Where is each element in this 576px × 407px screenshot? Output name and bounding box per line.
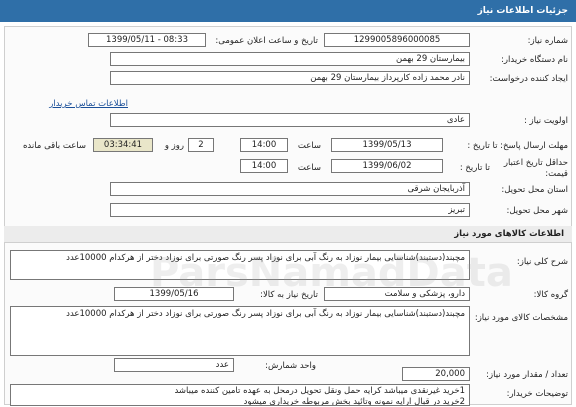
response-deadline-time: 14:00	[240, 138, 288, 152]
goods-section-title: اطلاعات کالاهای مورد نیاز	[4, 226, 572, 243]
city-label: شهر محل تحویل:	[506, 206, 568, 216]
need-date-field: 1399/05/16	[114, 287, 234, 301]
specs-label: مشخصات کالای مورد نیاز:	[474, 313, 568, 323]
requester-label: ایجاد کننده درخواست:	[489, 74, 568, 84]
response-deadline-date: 1399/05/13	[331, 138, 443, 152]
buyer-contact-link[interactable]: اطلاعات تماس خریدار	[49, 99, 128, 109]
province-label: استان محل تحویل:	[501, 185, 568, 195]
page-header: جزئیات اطلاعات نیاز	[0, 0, 576, 22]
response-deadline-time-label: ساعت	[297, 141, 321, 151]
price-validity-label-line2: قیمت:	[545, 169, 568, 179]
price-validity-to-date-label: تا تاریخ :	[459, 163, 490, 173]
requester-field: نادر محمد زاده کارپرداز بیمارستان 29 بهم…	[110, 71, 470, 85]
specs-field: مچبند(دستبند)شناسایی بیمار نوزاد به رنگ …	[10, 306, 470, 356]
goods-group-field: دارو، پزشکی و سلامت	[324, 287, 470, 301]
buyer-org-label: نام دستگاه خریدار:	[501, 55, 568, 65]
unit-field: عدد	[114, 358, 234, 372]
general-desc-label: شرح کلی نیاز:	[516, 257, 568, 267]
priority-label: اولویت نیاز :	[523, 116, 568, 126]
buyer-notes-label: توضیحات خریدار:	[506, 389, 568, 399]
city-field: تبریز	[110, 203, 470, 217]
quantity-field: 20,000	[402, 367, 470, 381]
general-desc-field: مچبند(دستبند)شناسایی بیمار نوزاد به رنگ …	[10, 250, 470, 280]
page-title: جزئیات اطلاعات نیاز	[477, 6, 568, 16]
buyer-notes-field: 1خرید غیرنقدی میباشد کرایه حمل ونقل تحوی…	[10, 384, 470, 406]
priority-field: عادی	[110, 113, 470, 127]
need-date-label: تاریخ نیاز به کالا:	[260, 290, 318, 300]
remaining-time-label: ساعت باقی مانده	[22, 141, 86, 151]
goods-group-label: گروه کالا:	[533, 290, 568, 300]
need-number-label: شماره نیاز:	[527, 36, 568, 46]
quantity-label: تعداد / مقدار مورد نیاز:	[486, 370, 568, 380]
unit-label: واحد شمارش:	[265, 361, 316, 371]
response-deadline-label: مهلت ارسال پاسخ: تا تاریخ :	[467, 141, 568, 151]
price-validity-label-line1: حداقل تاریخ اعتبار	[503, 158, 568, 168]
need-number-field: 1299005896000085	[324, 33, 470, 47]
buyer-note-line: 2خرید در قبال ارایه نمونه وتائید بخش مرب…	[243, 397, 465, 406]
buyer-org-field: بیمارستان 29 بهمن	[110, 52, 470, 66]
remaining-days-field: 2	[188, 138, 214, 152]
province-field: آذربایجان شرقی	[110, 182, 470, 196]
announce-datetime-label: تاریخ و ساعت اعلان عمومی:	[215, 36, 318, 46]
remaining-time-field: 03:34:41	[93, 138, 153, 152]
announce-datetime-field: 1399/05/11 - 08:33	[88, 33, 206, 47]
remaining-days-label: روز و	[164, 141, 184, 151]
price-validity-time: 14:00	[240, 159, 288, 173]
buyer-note-line: 1خرید غیرنقدی میباشد کرایه حمل ونقل تحوی…	[174, 386, 465, 396]
price-validity-time-label: ساعت	[297, 163, 321, 173]
price-validity-date: 1399/06/02	[331, 159, 443, 173]
